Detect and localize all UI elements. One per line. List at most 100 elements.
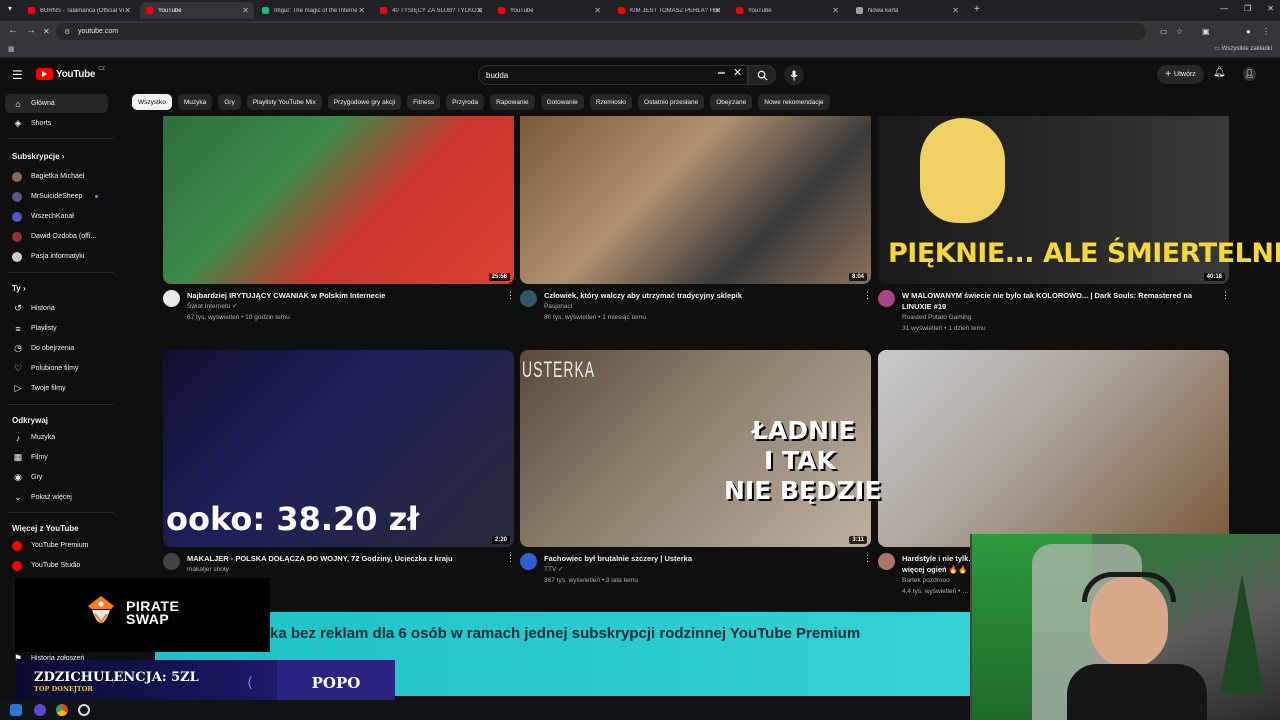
voice-search-button[interactable] — [784, 65, 804, 85]
chrome-icon[interactable] — [56, 704, 68, 716]
filter-chip[interactable]: Przygodowe gry akcji — [327, 94, 402, 110]
video-title[interactable]: W MALOWANYM świecie nie było tak KOLOROW… — [902, 290, 1203, 312]
browser-tab[interactable]: 40 TYSIĘCY ZA ŚLUB? TYLKO D ✕ — [374, 2, 488, 19]
video-thumbnail[interactable]: 25:56 — [163, 116, 514, 284]
channel-avatar[interactable] — [163, 553, 180, 570]
video-title[interactable]: Człowiek, który walczy aby utrzymać trad… — [544, 290, 845, 301]
video-thumbnail[interactable] — [878, 350, 1229, 547]
minimize-icon[interactable]: — — [1220, 4, 1228, 13]
sidebar-item-home[interactable]: ⌂ Główna — [5, 94, 108, 113]
sidebar-item-premium-0[interactable]: YouTube Premium — [5, 536, 108, 555]
more-actions-icon[interactable]: ⋮ — [863, 290, 872, 301]
close-tab-icon[interactable]: ✕ — [124, 6, 131, 15]
browser-tab[interactable]: YouTube ✕ — [492, 2, 606, 19]
sidebar-item-your-videos[interactable]: ▷ Twoje filmy — [5, 379, 108, 398]
close-tab-icon[interactable]: ✕ — [714, 6, 721, 15]
sidebar-item-thumb-up[interactable]: ♡ Polubione filmy — [5, 359, 108, 378]
sidebar-item-shorts[interactable]: ◈ Shorts — [5, 114, 108, 133]
browser-tab[interactable]: YouTube ✕ — [140, 2, 254, 19]
notifications-icon[interactable]: 🔔︎ — [1213, 67, 1226, 78]
back-icon[interactable]: ← — [8, 25, 18, 36]
profile-icon[interactable]: ● — [1246, 27, 1251, 36]
close-tab-icon[interactable]: ✕ — [952, 6, 959, 15]
sidebar-item-playlist[interactable]: ≡ Playlisty — [5, 319, 108, 338]
maximize-icon[interactable]: ❐ — [1244, 4, 1251, 13]
video-title[interactable]: MAKALJER - POLSKA DOŁĄCZA DO WOJNY, 72 G… — [187, 553, 488, 564]
filter-chip[interactable]: Rzemiosło — [589, 94, 633, 110]
video-thumbnail[interactable]: 8:04 — [520, 116, 871, 284]
close-tab-icon[interactable]: ✕ — [242, 6, 249, 15]
sidebar-item-subscription[interactable]: Dawid Ozdoba (offi... — [5, 227, 108, 246]
browser-tab[interactable]: Imgur: The magic of the Interne ✕ — [256, 2, 370, 19]
channel-name[interactable]: Roasted Potato Gaming — [902, 312, 971, 323]
channel-name[interactable]: TTV ✓ — [544, 564, 564, 575]
discord-icon[interactable] — [34, 704, 46, 716]
browser-tab[interactable]: YouTube ✕ — [730, 2, 844, 19]
site-info-icon[interactable]: ⚙ — [64, 28, 70, 36]
sidebar-item-subscription[interactable]: Pasja informatyki — [5, 247, 108, 266]
search-input[interactable]: budda — [478, 65, 748, 85]
channel-name[interactable]: Bartek pozdrooo — [902, 575, 950, 586]
extensions-icon[interactable]: ▣ — [1202, 27, 1210, 36]
filter-chip[interactable]: Gry — [218, 94, 241, 110]
filter-chip[interactable]: Wszystko — [132, 94, 172, 110]
filter-chip[interactable]: Przyroda — [446, 94, 485, 110]
create-button[interactable]: + Utwórz — [1157, 65, 1204, 84]
more-actions-icon[interactable]: ⋮ — [1221, 290, 1230, 301]
new-tab-icon[interactable]: + — [974, 4, 980, 15]
browser-tab[interactable]: Nowa karta ✕ — [850, 2, 964, 19]
more-actions-icon[interactable]: ⋮ — [863, 553, 872, 564]
close-tab-icon[interactable]: ✕ — [832, 6, 839, 15]
apps-icon[interactable]: ▦ — [8, 45, 15, 53]
account-avatar[interactable]: 👤︎ — [1243, 67, 1256, 81]
channel-avatar[interactable] — [878, 553, 895, 570]
browser-tab[interactable]: BURNS - Talamanca (Official Vi ✕ — [22, 2, 136, 19]
video-title[interactable]: Fachowiec był brutalnie szczery | Usterk… — [544, 553, 845, 564]
reload-icon[interactable]: ✕ — [43, 27, 50, 36]
filter-chip[interactable]: Ostatnio przesłane — [638, 94, 705, 110]
close-tab-icon[interactable]: ✕ — [594, 6, 601, 15]
sidebar-item-music[interactable]: ♪ Muzyka — [5, 428, 108, 447]
obs-icon[interactable] — [78, 704, 90, 716]
channel-name[interactable]: Świat Internetu ✓ — [187, 301, 238, 312]
browser-tab[interactable]: KIM JEST TOMASZ PERŁA? Hist ✕ — [612, 2, 726, 19]
channel-avatar[interactable] — [878, 290, 895, 307]
close-tab-icon[interactable]: ✕ — [476, 6, 483, 15]
cast-icon[interactable]: ▭ — [1160, 27, 1168, 36]
search-button[interactable] — [748, 65, 776, 85]
sidebar-item-film[interactable]: ▦ Filmy — [5, 448, 108, 467]
youtube-logo[interactable]: YouTube CZ — [36, 66, 105, 80]
sidebar-item-chevron-down[interactable]: ⌄ Pokaż więcej — [5, 488, 108, 507]
more-actions-icon[interactable]: ⋮ — [506, 290, 515, 301]
subscriptions-heading[interactable]: Subskrypcje › — [12, 152, 64, 161]
bookmark-star-icon[interactable]: ☆ — [1176, 27, 1183, 36]
sidebar-item-subscription[interactable]: Bagietka Michael — [5, 167, 108, 186]
keyboard-icon[interactable]: ▬ — [718, 69, 725, 76]
filter-chip[interactable]: Fitness — [407, 94, 441, 110]
bookmarks-folder[interactable]: ▭ Wszystkie zakładki — [1214, 45, 1272, 52]
forward-icon[interactable]: → — [26, 25, 36, 36]
filter-chip[interactable]: Playlisty YouTube Mix — [246, 94, 322, 110]
you-heading[interactable]: Ty › — [12, 284, 26, 293]
channel-name[interactable]: makaljer shoty — [187, 564, 229, 575]
filter-chip[interactable]: Rapowanie — [490, 94, 535, 110]
filter-chip[interactable]: Nowe rekomendacje — [758, 94, 830, 110]
browser-menu-icon[interactable]: ⋮ — [1262, 27, 1270, 36]
sidebar-item-subscription[interactable]: MrSuicideSheep — [5, 187, 108, 206]
sidebar-item-premium-1[interactable]: YouTube Studio — [5, 556, 108, 575]
channel-name[interactable]: Pasjonaci — [544, 301, 572, 312]
tab-search-icon[interactable]: ▾ — [8, 4, 12, 13]
clear-search-icon[interactable]: ✕ — [733, 66, 742, 79]
filter-chip[interactable]: Gotowanie — [540, 94, 584, 110]
sidebar-item-history[interactable]: ↺ Historia — [5, 299, 108, 318]
more-actions-icon[interactable]: ⋮ — [506, 553, 515, 564]
channel-avatar[interactable] — [163, 290, 180, 307]
sidebar-item-gaming[interactable]: ◉ Gry — [5, 468, 108, 487]
close-window-icon[interactable]: ✕ — [1267, 4, 1274, 13]
menu-icon[interactable]: ☰ — [12, 68, 23, 82]
close-tab-icon[interactable]: ✕ — [358, 6, 365, 15]
channel-avatar[interactable] — [520, 290, 537, 307]
sidebar-item-watch-later[interactable]: ◷ Do obejrzenia — [5, 339, 108, 358]
start-icon[interactable] — [10, 704, 22, 716]
sidebar-item-subscription[interactable]: WszechKanał — [5, 207, 108, 226]
